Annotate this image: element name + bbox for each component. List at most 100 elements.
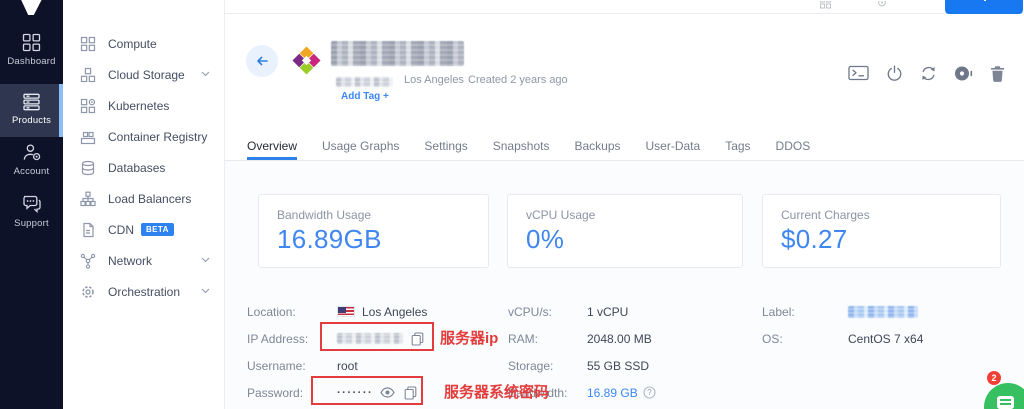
tab-user-data[interactable]: User-Data (646, 134, 701, 160)
help-icon[interactable]: ? (643, 386, 656, 399)
kubernetes-icon (80, 98, 96, 114)
tab-snapshots[interactable]: Snapshots (493, 134, 550, 160)
deploy-instance-button[interactable] (945, 0, 1023, 14)
vcpu-label: vCPU/s: (508, 305, 587, 319)
sidebar-item-network[interactable]: Network (63, 245, 224, 276)
eye-icon[interactable] (380, 387, 395, 398)
vcpu-row: vCPU/s: 1 vCPU (508, 298, 656, 325)
console-icon[interactable] (848, 65, 869, 82)
restart-icon[interactable] (920, 65, 937, 82)
sidebar-item-cloud-storage[interactable]: Cloud Storage (63, 59, 224, 90)
sidebar-item-label: Cloud Storage (108, 68, 185, 82)
storage-value: 55 GB SSD (587, 359, 649, 373)
rail-item-dashboard[interactable]: Dashboard (0, 33, 63, 67)
sidebar-item-container-registry[interactable]: Container Registry (63, 121, 224, 152)
rail-item-products[interactable]: Products (0, 84, 63, 137)
card-label: Bandwidth Usage (277, 208, 488, 222)
password-annotation-text: 服务器系统密码 (444, 381, 549, 402)
card-label: Current Charges (781, 208, 1000, 222)
copy-icon[interactable] (411, 332, 424, 346)
location-row: Location: Los Angeles (247, 298, 427, 325)
products-sidebar: Compute Cloud Storage Kubernetes Contain… (63, 0, 225, 409)
load-balancers-icon (80, 191, 96, 207)
server-info-column-3: Label: OS: CentOS 7 x64 (762, 298, 923, 352)
add-tag-link[interactable]: Add Tag + (341, 91, 389, 102)
vcpu-usage-card: vCPU Usage 0% (507, 194, 743, 268)
label-label: Label: (762, 305, 848, 319)
label-row: Label: (762, 298, 923, 325)
trash-icon[interactable] (990, 65, 1005, 82)
cdn-icon (80, 222, 96, 238)
app-rail: Dashboard Products Account Support (0, 0, 63, 409)
chevron-down-icon (201, 71, 210, 77)
network-icon (80, 253, 96, 269)
vcpu-value: 1 vCPU (587, 305, 628, 319)
tab-overview[interactable]: Overview (247, 134, 297, 160)
sidebar-item-label: Kubernetes (108, 99, 169, 113)
card-label: vCPU Usage (526, 208, 742, 222)
server-info-column-1: Location: Los Angeles IP Address: Userna… (247, 298, 427, 406)
tab-backups[interactable]: Backups (574, 134, 620, 160)
svg-text:?: ? (647, 388, 652, 397)
server-tabs: Overview Usage Graphs Settings Snapshots… (225, 134, 1024, 161)
iso-icon[interactable] (954, 65, 973, 82)
dashboard-icon (22, 33, 41, 52)
username-row: Username: root (247, 352, 427, 379)
sidebar-item-label: Network (108, 254, 152, 268)
cloud-storage-icon (80, 67, 96, 83)
label-value-redacted (848, 306, 918, 318)
sidebar-item-load-balancers[interactable]: Load Balancers (63, 183, 224, 214)
chat-unread-badge: 2 (986, 370, 1002, 386)
location-label: Location: (247, 305, 337, 319)
sidebar-item-compute[interactable]: Compute (63, 28, 224, 59)
container-registry-icon (80, 129, 96, 145)
password-label: Password: (247, 386, 337, 400)
copy-icon[interactable] (404, 386, 417, 400)
card-value: 16.89GB (277, 224, 488, 255)
ram-label: RAM: (508, 332, 587, 346)
chevron-down-icon (201, 288, 210, 294)
sidebar-item-label: Orchestration (108, 285, 180, 299)
sidebar-item-orchestration[interactable]: Orchestration (63, 276, 224, 307)
ip-annotation-text: 服务器ip (440, 327, 498, 348)
password-row: Password: ······· (247, 379, 427, 406)
sidebar-item-cdn[interactable]: CDN BETA (63, 214, 224, 245)
power-icon[interactable] (886, 65, 903, 82)
tab-tags[interactable]: Tags (725, 134, 750, 160)
vultr-logo[interactable] (16, 0, 47, 19)
databases-icon (80, 160, 96, 176)
rail-item-label: Products (0, 115, 63, 126)
storage-row: Storage: 55 GB SSD (508, 352, 656, 379)
beta-badge: BETA (141, 223, 174, 236)
orchestration-icon (80, 284, 96, 300)
top-bar (225, 0, 1024, 14)
storage-label: Storage: (508, 359, 587, 373)
rail-item-support[interactable]: Support (0, 194, 63, 229)
tab-usage-graphs[interactable]: Usage Graphs (322, 134, 399, 160)
plus-icon (981, 0, 988, 1)
apps-icon[interactable] (820, 1, 831, 10)
rail-item-account[interactable]: Account (0, 143, 63, 177)
rail-item-label: Account (0, 166, 63, 177)
sidebar-item-label: CDN (108, 223, 134, 237)
rail-item-label: Support (0, 218, 63, 229)
tab-settings[interactable]: Settings (424, 134, 467, 160)
tab-ddos[interactable]: DDOS (776, 134, 811, 160)
chat-icon (997, 396, 1014, 409)
password-masked-value: ······· (337, 387, 373, 399)
os-value: CentOS 7 x64 (848, 332, 923, 346)
sidebar-item-kubernetes[interactable]: Kubernetes (63, 90, 224, 121)
account-menu-icon[interactable] (877, 1, 887, 10)
sidebar-item-databases[interactable]: Databases (63, 152, 224, 183)
bandwidth-value[interactable]: 16.89 GB (587, 386, 638, 400)
back-button[interactable] (246, 45, 278, 77)
ip-address-redacted (337, 333, 403, 344)
card-value: 0% (526, 224, 742, 255)
vultr-server-detail-page: Los Angeles Created 2 years ago Add Tag … (0, 0, 1024, 409)
ip-address-row: IP Address: (247, 325, 427, 352)
bandwidth-usage-card: Bandwidth Usage 16.89GB (258, 194, 489, 268)
support-icon (21, 194, 42, 214)
location-value: Los Angeles (362, 305, 427, 319)
sidebar-item-label: Databases (108, 161, 165, 175)
sidebar-item-label: Container Registry (108, 130, 207, 144)
